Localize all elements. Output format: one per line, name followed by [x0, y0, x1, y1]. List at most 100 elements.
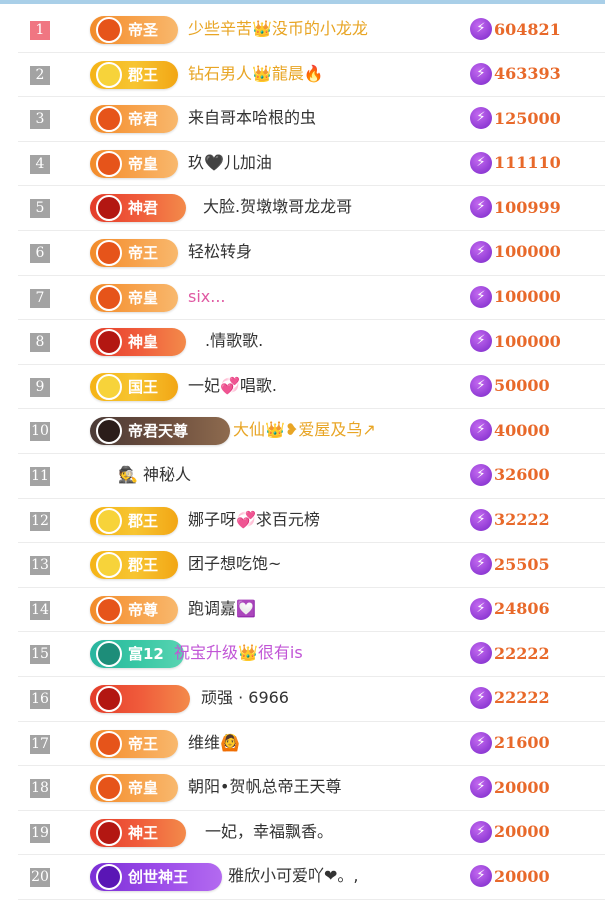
ranking-row[interactable]: 14 帝尊 跑调嘉💟 ⚡ 24806: [18, 588, 605, 633]
level-badge: 帝君天尊: [90, 417, 230, 446]
score-value: 25505: [494, 554, 550, 574]
ranking-row[interactable]: 9 国王 一妃💞唱歌. ⚡ 50000: [18, 365, 605, 410]
ranking-row[interactable]: 4 帝皇 玖🖤儿加油 ⚡ 111110: [18, 142, 605, 187]
level-badge: 国王: [90, 372, 178, 401]
user-name[interactable]: 少些辛苦👑没币的小龙龙: [188, 18, 368, 40]
score-value: 100999: [494, 197, 561, 217]
lightning-bolt-icon: ⚡: [470, 330, 492, 353]
score: ⚡ 125000: [470, 107, 561, 131]
lightning-bolt-icon: ⚡: [470, 151, 492, 174]
rank-number: 19: [30, 823, 50, 843]
user-name[interactable]: 大脸.贺墩墩哥龙龙哥: [203, 196, 352, 218]
ranking-row[interactable]: 8 神皇 .情歌歌. ⚡ 100000: [18, 320, 605, 365]
user-name[interactable]: .情歌歌.: [205, 330, 263, 352]
rank-number: 15: [30, 645, 50, 665]
ranking-row[interactable]: 17 帝王 维维🙆 ⚡ 21600: [18, 722, 605, 767]
user-name[interactable]: 一妃💞唱歌.: [188, 375, 277, 397]
level-badge: 郡王: [90, 551, 178, 580]
level-badge: 帝皇: [90, 283, 178, 312]
ranking-row[interactable]: 5 神君 大脸.贺墩墩哥龙龙哥 ⚡ 100999: [18, 186, 605, 231]
ranking-row[interactable]: 10 帝君天尊 大仙👑❥爱屋及乌↗ ⚡ 40000: [18, 409, 605, 454]
rank-number: 8: [30, 333, 50, 353]
user-name[interactable]: 玖🖤儿加油: [188, 152, 272, 174]
ranking-row[interactable]: 12 郡王 娜子呀💞求百元榜 ⚡ 32222: [18, 499, 605, 544]
user-name[interactable]: 大仙👑❥爱屋及乌↗: [233, 419, 376, 441]
score-value: 100000: [494, 242, 561, 262]
crest-icon: [96, 730, 122, 757]
lightning-bolt-icon: ⚡: [470, 240, 492, 263]
ranking-row[interactable]: 16 顽强 · 6966 ⚡ 22222: [18, 677, 605, 722]
score: ⚡ 100999: [470, 196, 561, 220]
rank-number: 17: [30, 734, 50, 754]
score: ⚡ 32222: [470, 508, 550, 533]
ranking-row[interactable]: 18 帝皇 朝阳•贺帆总帝王天尊 ⚡ 20000: [18, 766, 605, 811]
user-name[interactable]: 团子想吃饱~: [188, 553, 281, 575]
score: ⚡ 22222: [470, 686, 550, 711]
lightning-bolt-icon: ⚡: [470, 374, 492, 397]
ranking-row[interactable]: 20 创世神王 雅欣小可爱吖❤。, ⚡ 20000: [18, 855, 605, 900]
ranking-row[interactable]: 1 帝圣 少些辛苦👑没币的小龙龙 ⚡ 604821: [18, 8, 605, 53]
crest-icon: [96, 596, 122, 623]
score-value: 40000: [494, 420, 550, 440]
user-name[interactable]: six...: [188, 286, 226, 308]
crest-icon: [96, 775, 122, 802]
ranking-row[interactable]: 15 富12 祝宝升级👑很有is ⚡ 22222: [18, 632, 605, 677]
lightning-bolt-icon: ⚡: [470, 463, 492, 486]
badge-label: 帝王: [128, 243, 159, 262]
crest-icon: [96, 864, 122, 891]
lightning-bolt-icon: ⚡: [470, 642, 492, 665]
user-name[interactable]: 跑调嘉💟: [188, 598, 256, 620]
score-value: 20000: [494, 866, 550, 886]
score-value: 32222: [494, 510, 550, 530]
user-name[interactable]: 雅欣小可爱吖❤。,: [228, 865, 359, 887]
user-name[interactable]: 顽强 · 6966: [201, 687, 289, 709]
lightning-bolt-icon: ⚡: [470, 865, 492, 888]
score-value: 32600: [494, 465, 550, 485]
user-name[interactable]: 轻松转身: [188, 241, 252, 263]
lightning-bolt-icon: ⚡: [470, 776, 492, 799]
crest-icon: [96, 106, 122, 133]
lightning-bolt-icon: ⚡: [470, 285, 492, 308]
user-name[interactable]: 祝宝升级👑很有is: [174, 642, 303, 664]
user-name[interactable]: 娜子呀💞求百元榜: [188, 509, 320, 531]
level-badge: 富12: [90, 640, 184, 669]
score: ⚡ 24806: [470, 597, 550, 622]
level-badge: 帝皇: [90, 149, 178, 178]
user-name[interactable]: 朝阳•贺帆总帝王天尊: [188, 776, 341, 798]
badge-label: 国王: [128, 377, 159, 396]
crest-icon: [96, 685, 122, 712]
user-name[interactable]: 一妃，幸福飘香。: [205, 821, 333, 843]
rank-number: 1: [30, 21, 50, 40]
score-value: 20000: [494, 777, 550, 797]
ranking-row[interactable]: 6 帝王 轻松转身 ⚡ 100000: [18, 231, 605, 276]
ranking-row[interactable]: 19 神王 一妃，幸福飘香。 ⚡ 20000: [18, 811, 605, 856]
score-value: 50000: [494, 376, 550, 396]
crest-icon: [96, 61, 122, 88]
ranking-row[interactable]: 2 郡王 钻石男人👑龍晨🔥 ⚡ 463393: [18, 53, 605, 98]
user-name[interactable]: 来自哥本哈根的虫: [188, 107, 316, 129]
user-name[interactable]: 维维🙆: [188, 732, 240, 754]
ranking-row[interactable]: 3 帝君 来自哥本哈根的虫 ⚡ 125000: [18, 97, 605, 142]
score: ⚡ 50000: [470, 374, 550, 399]
level-badge: [90, 684, 190, 713]
crest-icon: [96, 284, 122, 311]
score: ⚡ 604821: [470, 18, 561, 42]
badge-label: 帝皇: [128, 288, 159, 307]
level-badge: 帝圣: [90, 16, 178, 44]
level-badge: 创世神王: [90, 863, 222, 892]
score: ⚡ 100000: [470, 285, 561, 310]
user-name[interactable]: 🕵 神秘人: [118, 464, 191, 486]
rank-number: 10: [30, 422, 50, 442]
score: ⚡ 20000: [470, 820, 550, 845]
user-name[interactable]: 钻石男人👑龍晨🔥: [188, 63, 324, 85]
badge-label: 帝圣: [128, 21, 159, 39]
ranking-row[interactable]: 7 帝皇 six... ⚡ 100000: [18, 276, 605, 321]
level-badge: 帝王: [90, 238, 178, 267]
badge-label: 帝君天尊: [128, 422, 189, 441]
crest-icon: [96, 150, 122, 177]
ranking-row[interactable]: 13 郡王 团子想吃饱~ ⚡ 25505: [18, 543, 605, 588]
rank-number: 9: [30, 377, 50, 397]
rank-number: 4: [30, 154, 50, 174]
score: ⚡ 32600: [470, 463, 550, 488]
ranking-row[interactable]: 11 🕵 神秘人 ⚡ 32600: [18, 454, 605, 499]
